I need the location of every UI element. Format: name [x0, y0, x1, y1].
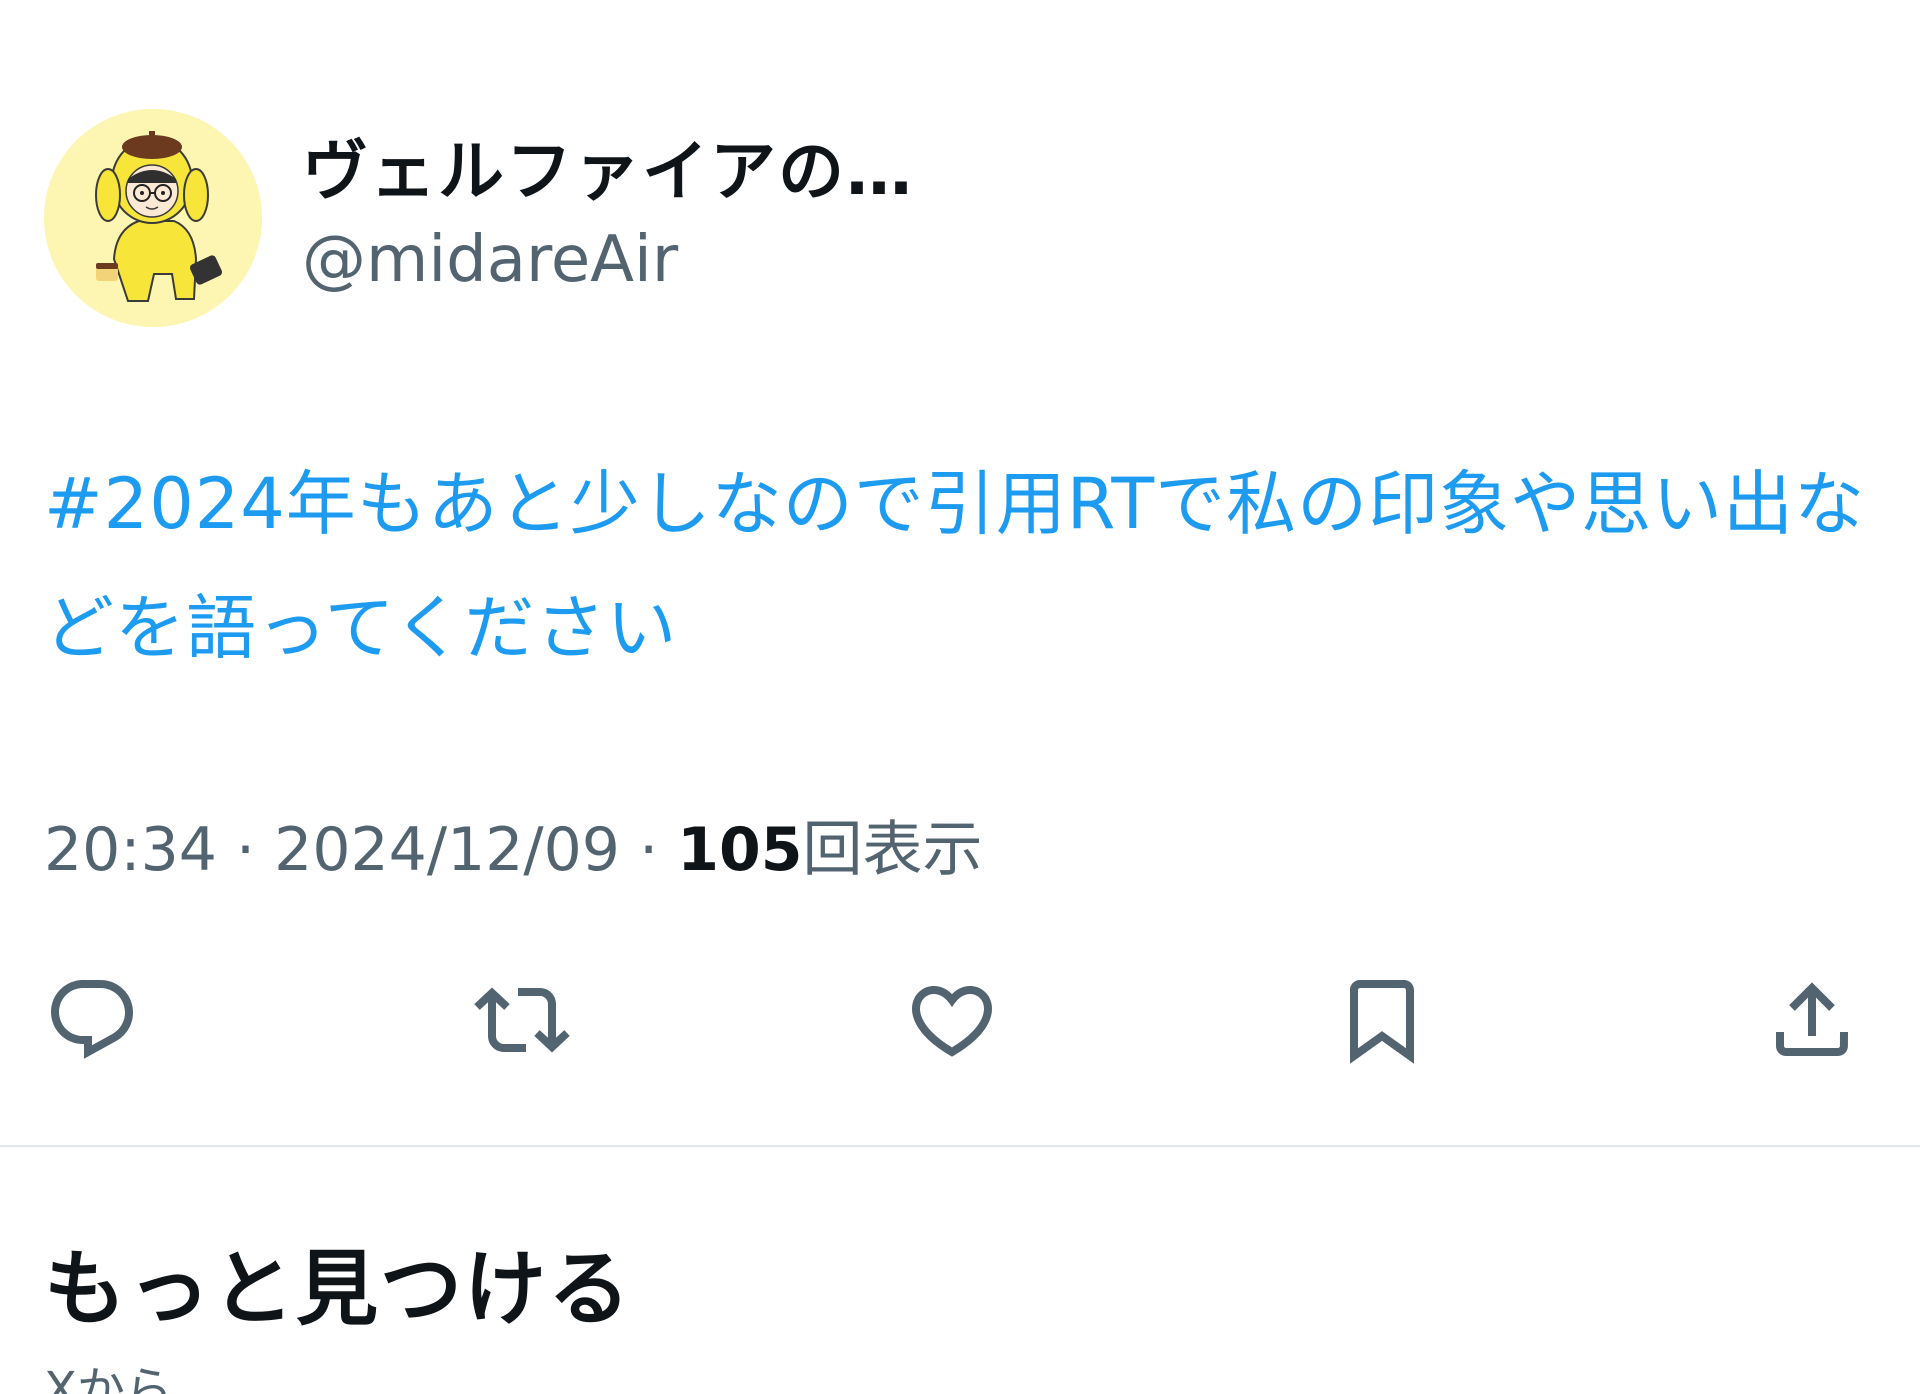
reply-icon	[51, 980, 134, 1059]
author-display-name[interactable]: ヴェルファイアの…	[302, 127, 914, 217]
discover-more-heading: もっと見つける	[44, 1242, 633, 1337]
tweet-action-bar	[0, 960, 1920, 1080]
retweet-icon	[474, 987, 570, 1053]
share-icon	[1776, 982, 1848, 1056]
author-handle[interactable]: @midareAir	[302, 217, 914, 303]
retweet-button[interactable]	[462, 960, 582, 1080]
avatar-illustration	[44, 109, 262, 327]
author-names: ヴェルファイアの… @midareAir	[302, 127, 914, 303]
reply-button[interactable]	[32, 960, 152, 1080]
tweet-detail-page: ヴェルファイアの… @midareAir #2024年もあと少しなので引用RTで…	[0, 0, 1920, 1394]
tweet-text[interactable]: #2024年もあと少しなので引用RTで私の印象や思い出などを語ってください	[44, 442, 1894, 690]
tweet-date[interactable]: 2024/12/09	[274, 815, 620, 885]
views-count[interactable]: 105	[677, 815, 802, 885]
section-divider	[0, 1145, 1920, 1147]
tweet-meta: 20:34 · 2024/12/09 · 105回表示	[44, 805, 982, 895]
tweet-author-header: ヴェルファイアの… @midareAir	[44, 108, 914, 328]
meta-separator: ·	[236, 815, 256, 885]
meta-separator: ·	[639, 815, 659, 885]
views-label[interactable]: 回表示	[802, 815, 982, 885]
discover-more-subtitle: Xから	[44, 1362, 173, 1394]
tweet-time[interactable]: 20:34	[44, 815, 217, 885]
share-button[interactable]	[1752, 960, 1872, 1080]
avatar[interactable]	[44, 109, 262, 327]
like-button[interactable]	[892, 960, 1012, 1080]
bookmark-icon	[1350, 980, 1414, 1064]
bookmark-button[interactable]	[1322, 960, 1442, 1080]
like-icon	[911, 986, 993, 1057]
